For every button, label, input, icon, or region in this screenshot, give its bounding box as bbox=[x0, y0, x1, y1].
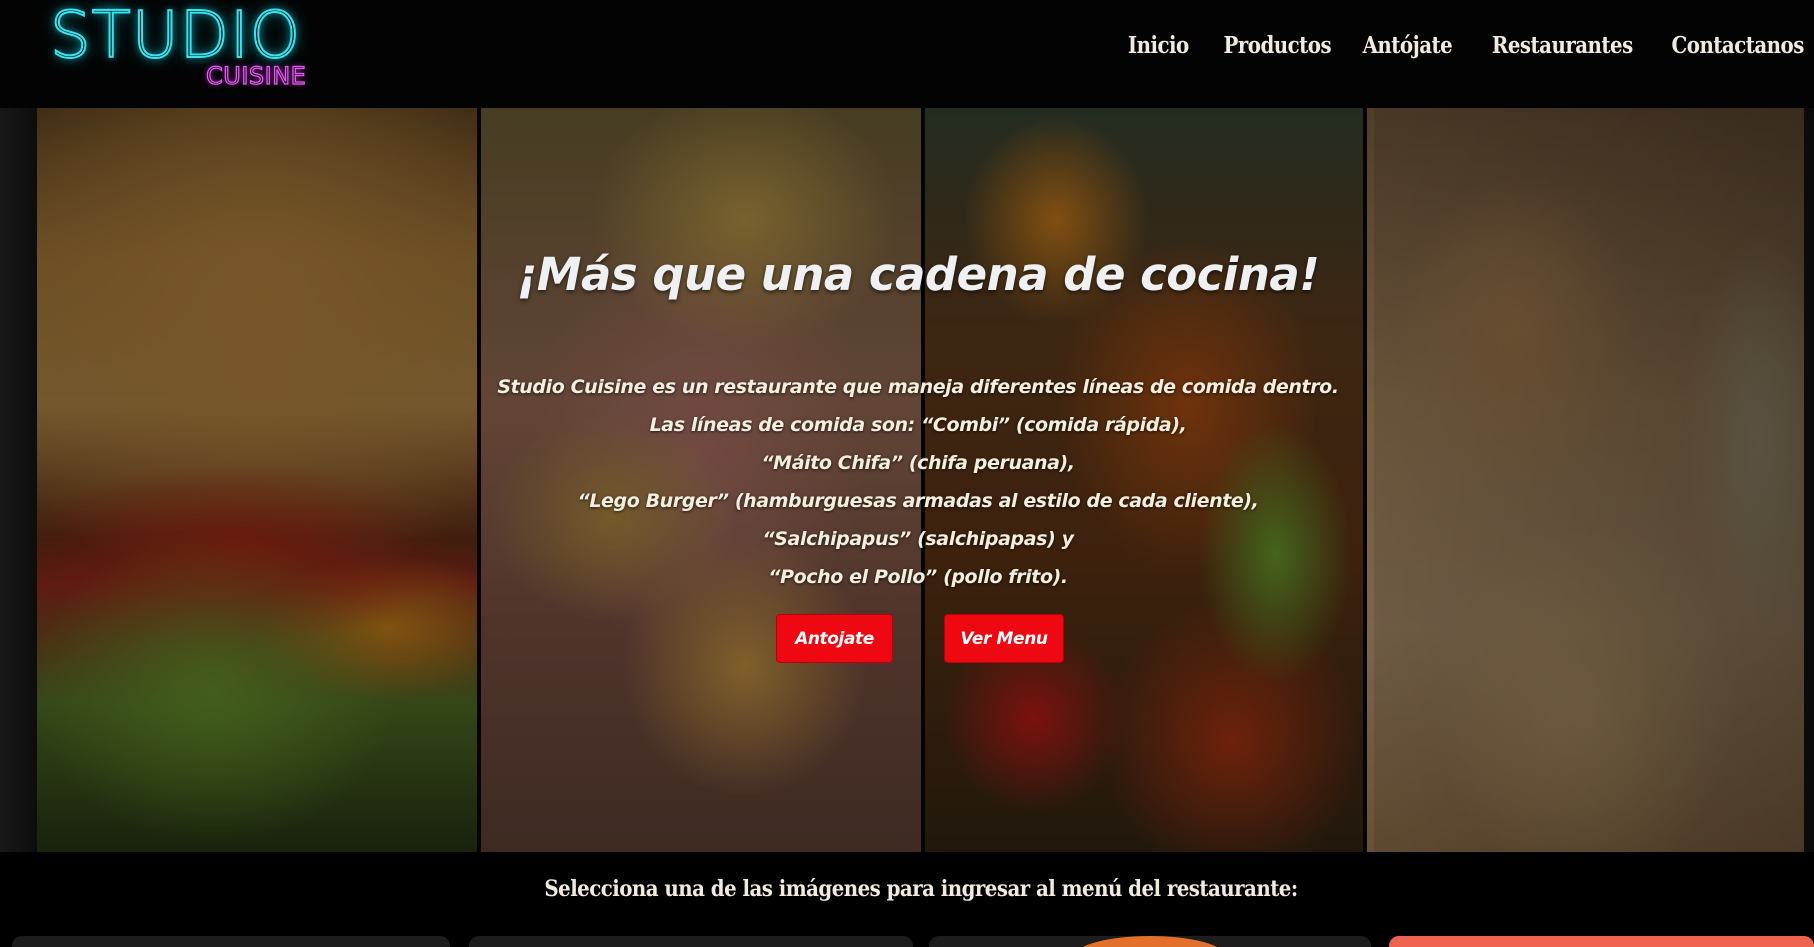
nav-item-contactanos[interactable]: Contactanos bbox=[1672, 32, 1805, 59]
hero-description-line: “Lego Burger” (hamburguesas armadas al e… bbox=[577, 490, 1259, 512]
logo-studio-text: STUDIO bbox=[49, 0, 302, 73]
hero-description-line: Studio Cuisine es un restaurante que man… bbox=[497, 376, 1339, 398]
restaurant-select-prompt: Selecciona una de las imágenes para ingr… bbox=[544, 876, 1298, 902]
hero-title: ¡Más que una cadena de cocina! bbox=[516, 248, 1320, 301]
restaurant-card[interactable] bbox=[469, 936, 913, 947]
nav-item-antojate[interactable]: Antójate bbox=[1363, 32, 1453, 59]
ver-menu-button[interactable]: Ver Menu bbox=[944, 614, 1064, 663]
studio-cuisine-logo[interactable]: STUDIO CUISINE bbox=[49, 0, 330, 96]
hero-description-line: Las líneas de comida son: “Combi” (comid… bbox=[649, 414, 1187, 436]
logo-cuisine-text: CUISINE bbox=[205, 62, 307, 90]
nav-item-productos[interactable]: Productos bbox=[1224, 32, 1332, 59]
hero-description: Studio Cuisine es un restaurante que man… bbox=[0, 368, 1814, 596]
hero-description-line: “Salchipapus” (salchipapas) y bbox=[762, 528, 1074, 550]
antojate-button[interactable]: Antojate bbox=[776, 614, 893, 663]
restaurant-card[interactable] bbox=[12, 936, 450, 947]
site-header: STUDIO CUISINE Inicio Productos Antójate… bbox=[0, 0, 1814, 108]
restaurant-card[interactable] bbox=[1389, 936, 1814, 947]
nav-item-inicio[interactable]: Inicio bbox=[1128, 32, 1189, 59]
hero-content: ¡Más que una cadena de cocina! Studio Cu… bbox=[0, 108, 1814, 852]
hero-description-line: “Máito Chifa” (chifa peruana), bbox=[761, 452, 1075, 474]
main-nav: Inicio Productos Antójate Restaurantes C… bbox=[1118, 32, 1804, 59]
nav-item-restaurantes[interactable]: Restaurantes bbox=[1492, 32, 1633, 59]
hero-description-line: “Pocho el Pollo” (pollo frito). bbox=[768, 566, 1068, 588]
hero-section: ¡Más que una cadena de cocina! Studio Cu… bbox=[0, 108, 1814, 852]
